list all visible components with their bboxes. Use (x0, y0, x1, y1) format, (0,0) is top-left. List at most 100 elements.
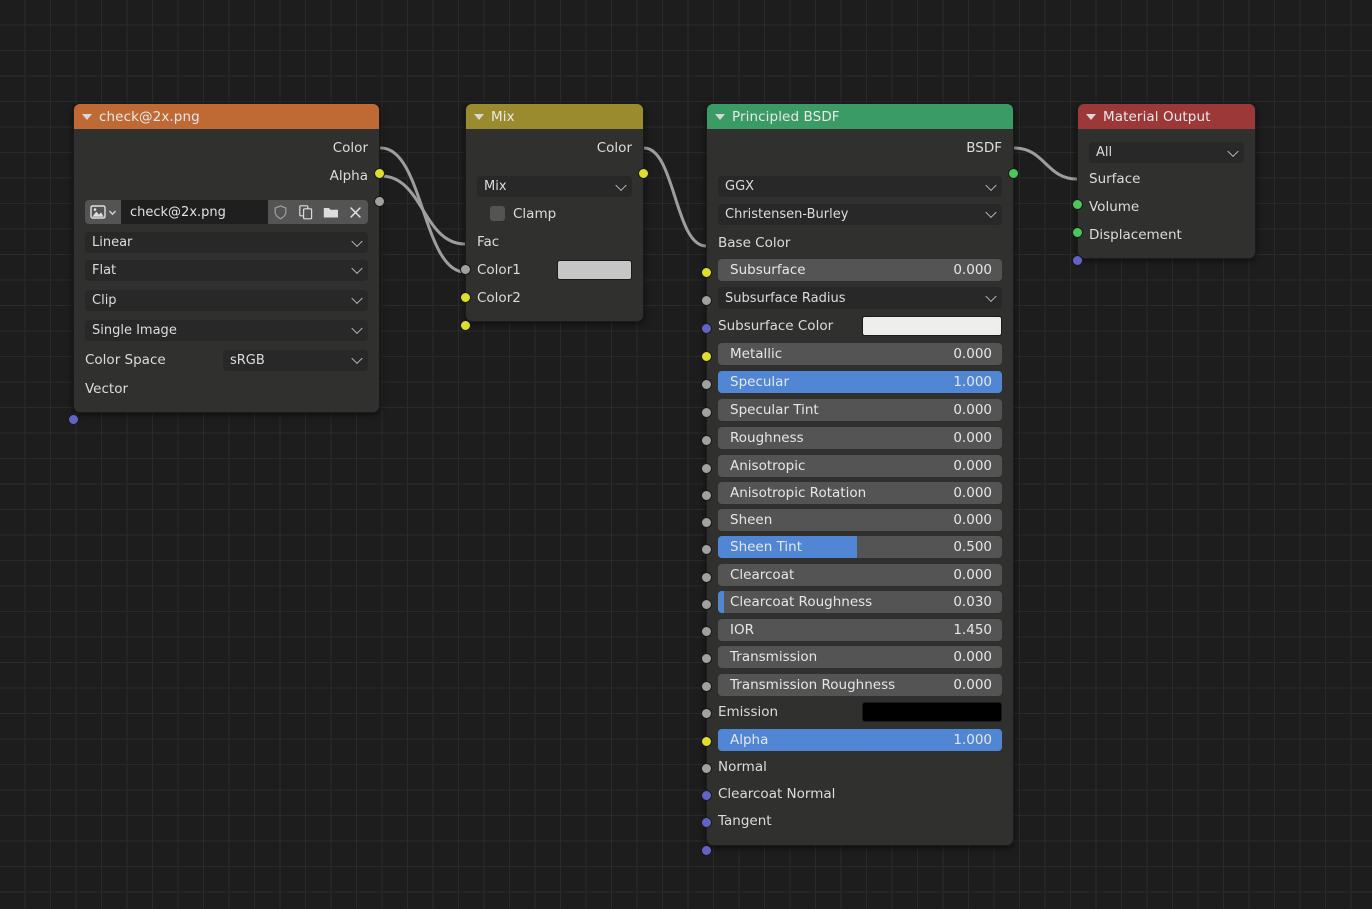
socket-in-volume[interactable] (1072, 227, 1083, 238)
slider-transmission[interactable]: Transmission 0.000 (718, 646, 1002, 668)
socket-in-sheen[interactable] (701, 544, 712, 555)
slider-transmission-roughness[interactable]: Transmission Roughness 0.000 (718, 674, 1002, 696)
node-mix[interactable]: Mix Color Mix Clamp Fac (465, 103, 644, 322)
dropdown-extension[interactable]: Clip (85, 290, 368, 311)
socket-in-clearcoat[interactable] (701, 599, 712, 610)
socket-in-anisotropic-rotation[interactable] (701, 517, 712, 528)
dropdown-target[interactable]: All (1089, 142, 1244, 163)
shader-node-editor[interactable]: check@2x.png Color Alpha (0, 0, 1372, 909)
socket-in-clearcoat-normal[interactable] (701, 817, 712, 828)
row-blend-mode[interactable]: Mix (477, 174, 632, 199)
node-header-material-output[interactable]: Material Output (1078, 104, 1255, 129)
slider-sheen-tint[interactable]: Sheen Tint 0.500 (718, 536, 1002, 558)
dropdown-color-space[interactable]: sRGB (223, 350, 368, 371)
row-subsurface-radius[interactable]: Subsurface Radius (718, 284, 1002, 312)
socket-out-color[interactable] (638, 168, 649, 179)
socket-in-clearcoat-roughness[interactable] (701, 626, 712, 637)
row-roughness[interactable]: Roughness 0.000 (718, 424, 1002, 452)
dropdown-distribution[interactable]: GGX (718, 176, 1002, 197)
socket-in-anisotropic[interactable] (701, 490, 712, 501)
image-browse-button[interactable] (85, 200, 121, 224)
row-anisotropic-rotation[interactable]: Anisotropic Rotation 0.000 (718, 479, 1002, 506)
socket-in-color1[interactable] (460, 292, 471, 303)
socket-in-displacement[interactable] (1072, 255, 1083, 266)
node-material-output[interactable]: Material Output All Surface Volume Displ… (1077, 103, 1256, 259)
node-header-principled-bsdf[interactable]: Principled BSDF (707, 104, 1013, 129)
clamp-checkbox[interactable] (490, 206, 505, 221)
socket-in-roughness[interactable] (701, 463, 712, 474)
row-subsurface-method[interactable]: Christensen-Burley (718, 199, 1002, 229)
open-image-button[interactable] (318, 200, 343, 224)
image-name-field[interactable]: check@2x.png (121, 200, 268, 224)
slider-clearcoat-roughness[interactable]: Clearcoat Roughness 0.030 (718, 591, 1002, 613)
slider-specular-tint[interactable]: Specular Tint 0.000 (718, 399, 1002, 421)
fake-user-button[interactable] (268, 200, 293, 224)
dropdown-interpolation[interactable]: Linear (85, 232, 368, 253)
chevron-down-icon[interactable] (474, 114, 484, 120)
slider-clearcoat[interactable]: Clearcoat 0.000 (718, 564, 1002, 586)
socket-in-subsurface-color[interactable] (701, 351, 712, 362)
row-clearcoat[interactable]: Clearcoat 0.000 (718, 561, 1002, 588)
socket-in-base-color[interactable] (701, 267, 712, 278)
slider-alpha[interactable]: Alpha 1.000 (718, 729, 1002, 751)
row-transmission[interactable]: Transmission 0.000 (718, 643, 1002, 671)
row-subsurface[interactable]: Subsurface 0.000 (718, 256, 1002, 284)
socket-in-tangent[interactable] (701, 845, 712, 856)
slider-roughness[interactable]: Roughness 0.000 (718, 427, 1002, 449)
slider-ior[interactable]: IOR 1.450 (718, 619, 1002, 641)
subsurface-color-swatch[interactable] (862, 316, 1002, 336)
socket-out-color[interactable] (374, 168, 385, 179)
slider-metallic[interactable]: Metallic 0.000 (718, 343, 1002, 365)
row-projection[interactable]: Flat (85, 255, 368, 285)
socket-in-metallic[interactable] (701, 379, 712, 390)
row-target[interactable]: All (1089, 140, 1244, 165)
node-principled-bsdf[interactable]: Principled BSDF BSDF GGX Christensen-Bur… (706, 103, 1014, 846)
color1-swatch[interactable] (557, 260, 632, 280)
socket-out-bsdf[interactable] (1008, 168, 1019, 179)
emission-color-swatch[interactable] (862, 702, 1002, 722)
socket-in-normal[interactable] (701, 790, 712, 801)
node-image-texture[interactable]: check@2x.png Color Alpha (73, 103, 380, 413)
chevron-down-icon[interactable] (1086, 114, 1096, 120)
chevron-down-icon[interactable] (715, 114, 725, 120)
row-anisotropic[interactable]: Anisotropic 0.000 (718, 452, 1002, 479)
row-sheen[interactable]: Sheen 0.000 (718, 506, 1002, 533)
dropdown-subsurface-method[interactable]: Christensen-Burley (718, 204, 1002, 225)
row-distribution[interactable]: GGX (718, 174, 1002, 199)
row-specular[interactable]: Specular 1.000 (718, 368, 1002, 396)
socket-in-specular[interactable] (701, 407, 712, 418)
row-emission[interactable]: Emission (718, 698, 1002, 726)
socket-in-transmission[interactable] (701, 681, 712, 692)
dropdown-blend-mode[interactable]: Mix (477, 176, 632, 197)
row-metallic[interactable]: Metallic 0.000 (718, 340, 1002, 368)
node-header-mix[interactable]: Mix (466, 104, 643, 129)
new-image-button[interactable] (293, 200, 318, 224)
socket-in-ior[interactable] (701, 653, 712, 664)
chevron-down-icon[interactable] (82, 114, 92, 120)
unlink-image-button[interactable] (343, 200, 368, 224)
dropdown-subsurface-radius[interactable]: Subsurface Radius (718, 287, 1002, 309)
socket-in-subsurface-radius[interactable] (701, 323, 712, 334)
socket-in-vector[interactable] (68, 414, 79, 425)
node-header-image-texture[interactable]: check@2x.png (74, 104, 379, 129)
slider-specular[interactable]: Specular 1.000 (718, 371, 1002, 393)
row-source[interactable]: Single Image (85, 315, 368, 345)
slider-sheen[interactable]: Sheen 0.000 (718, 509, 1002, 531)
row-transmission-roughness[interactable]: Transmission Roughness 0.000 (718, 671, 1002, 698)
slider-anisotropic[interactable]: Anisotropic 0.000 (718, 455, 1002, 477)
socket-in-subsurface[interactable] (701, 295, 712, 306)
row-clamp[interactable]: Clamp (477, 199, 632, 228)
row-extension[interactable]: Clip (85, 285, 368, 315)
row-alpha[interactable]: Alpha 1.000 (718, 726, 1002, 753)
row-clearcoat-roughness[interactable]: Clearcoat Roughness 0.030 (718, 588, 1002, 616)
socket-in-alpha[interactable] (701, 763, 712, 774)
dropdown-projection[interactable]: Flat (85, 260, 368, 281)
socket-in-sheen-tint[interactable] (701, 572, 712, 583)
socket-in-transmission-roughness[interactable] (701, 708, 712, 719)
row-color1[interactable]: Color1 (477, 256, 632, 284)
slider-anisotropic-rotation[interactable]: Anisotropic Rotation 0.000 (718, 482, 1002, 504)
dropdown-source[interactable]: Single Image (85, 320, 368, 341)
socket-out-alpha[interactable] (374, 196, 385, 207)
row-subsurface-color[interactable]: Subsurface Color (718, 312, 1002, 340)
socket-in-specular-tint[interactable] (701, 435, 712, 446)
